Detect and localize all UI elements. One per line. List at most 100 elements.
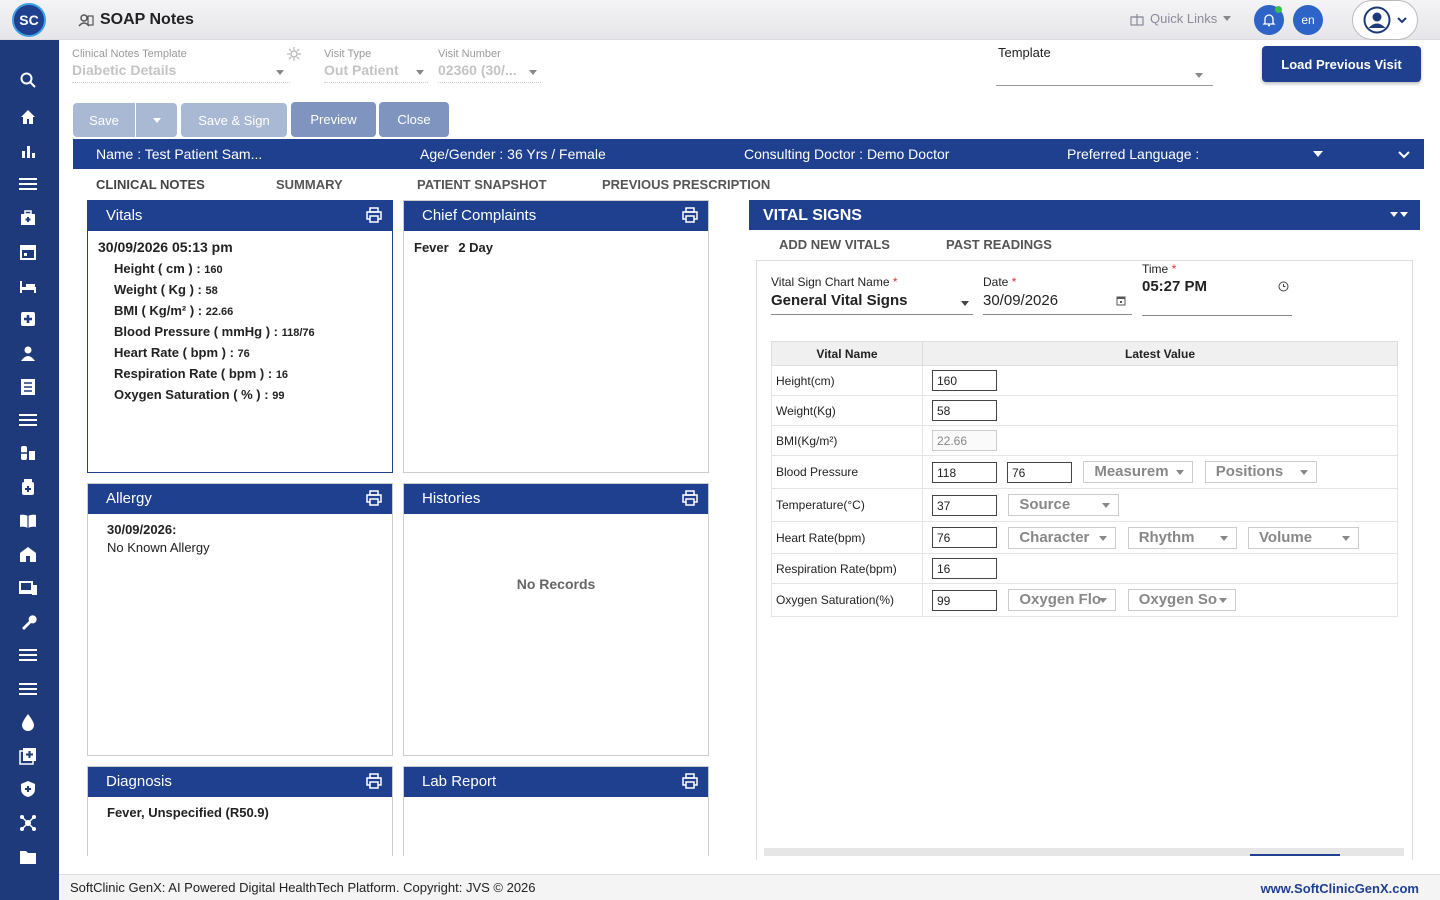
footer-copyright: SoftClinic GenX: AI Powered Digital Heal… — [70, 880, 536, 895]
medical-bag-icon[interactable] — [17, 207, 39, 229]
complaint-row: Fever 2 Day — [414, 240, 708, 255]
visit-type-label: Visit Type — [324, 48, 372, 60]
menu-icon[interactable] — [17, 173, 39, 195]
expand-chevron-icon[interactable] — [1398, 150, 1410, 159]
vital-signs-title: VITAL SIGNS — [763, 207, 862, 224]
oxygen-flow-select[interactable]: Oxygen Flo — [1008, 589, 1117, 611]
tab-summary[interactable]: SUMMARY — [276, 177, 343, 192]
book-icon[interactable] — [17, 510, 39, 532]
vital-label: Respiration Rate ( bpm ) : — [114, 366, 273, 381]
chart-name-select[interactable]: General Vital Signs — [771, 292, 973, 315]
pharmacy-icon[interactable] — [17, 442, 39, 464]
save-dropdown-button[interactable] — [136, 103, 177, 137]
chief-complaints-header: Chief Complaints — [404, 201, 708, 231]
menu-icon-2[interactable] — [17, 644, 39, 666]
select-value: Oxygen So — [1138, 591, 1218, 608]
language-dropdown-caret[interactable] — [1313, 151, 1323, 157]
required-marker: * — [892, 275, 898, 289]
tab-previous-prescription[interactable]: PREVIOUS PRESCRIPTION — [602, 177, 770, 192]
network-icon[interactable] — [17, 812, 39, 834]
calendar-icon[interactable] — [17, 241, 39, 263]
print-icon[interactable] — [682, 773, 698, 789]
save-sign-button[interactable]: Save & Sign — [181, 103, 287, 137]
quick-links-menu[interactable]: Quick Links — [1130, 11, 1232, 26]
footer-website-link[interactable]: www.SoftClinicGenX.com — [1261, 881, 1419, 896]
document-icon[interactable] — [17, 376, 39, 398]
medicine-icon[interactable] — [17, 476, 39, 498]
notifications-button[interactable] — [1254, 5, 1284, 35]
calendar-icon[interactable] — [1116, 295, 1126, 306]
visit-type-select[interactable]: Out Patient — [324, 62, 428, 83]
clock-icon[interactable] — [1278, 281, 1289, 292]
template2-select[interactable] — [996, 64, 1213, 86]
scrollbar-thumb[interactable] — [1250, 854, 1340, 856]
language-button[interactable]: en — [1293, 5, 1323, 35]
bp-systolic-input[interactable]: 118 — [932, 461, 997, 483]
print-icon[interactable] — [682, 207, 698, 223]
oxygen-source-select[interactable]: Oxygen So — [1127, 589, 1236, 611]
chart-icon[interactable] — [17, 140, 39, 162]
lab-report-header: Lab Report — [404, 767, 708, 797]
print-icon[interactable] — [366, 490, 382, 506]
print-icon[interactable] — [366, 773, 382, 789]
vital-name: Oxygen Saturation(%) — [771, 583, 923, 617]
tab-add-new-vitals[interactable]: ADD NEW VITALS — [779, 237, 890, 252]
wrench-icon[interactable] — [17, 611, 39, 633]
save-button[interactable]: Save — [73, 103, 135, 137]
hr-volume-select[interactable]: Volume — [1248, 526, 1360, 549]
tab-patient-snapshot[interactable]: PATIENT SNAPSHOT — [417, 177, 547, 192]
tab-clinical-notes[interactable]: CLINICAL NOTES — [96, 177, 205, 192]
vital-value-cell: 99 Oxygen Flo Oxygen So — [922, 583, 1398, 617]
settings-icon[interactable] — [287, 47, 301, 61]
preview-button[interactable]: Preview — [291, 102, 376, 137]
load-previous-visit-button[interactable]: Load Previous Visit — [1262, 46, 1421, 82]
heart-rate-input[interactable]: 76 — [932, 527, 997, 548]
temperature-input[interactable]: 37 — [932, 494, 997, 516]
vital-label: BMI ( Kg/m² ) : — [114, 303, 203, 318]
bed-icon[interactable] — [17, 275, 39, 297]
bp-measurement-select[interactable]: Measurem — [1083, 461, 1194, 483]
chevron-down-icon — [529, 70, 537, 75]
hr-rhythm-select[interactable]: Rhythm — [1127, 526, 1237, 549]
menu-icon-3[interactable] — [17, 678, 39, 700]
time-input[interactable]: 05:27 PM — [1142, 278, 1292, 316]
list-icon[interactable] — [17, 409, 39, 431]
hr-character-select[interactable]: Character — [1008, 526, 1117, 549]
print-icon[interactable] — [682, 490, 698, 506]
vital-label: Oxygen Saturation ( % ) : — [114, 387, 269, 402]
consulting-doctor: Consulting Doctor : Demo Doctor — [744, 146, 950, 162]
histories-title: Histories — [422, 490, 481, 507]
weight-input[interactable]: 58 — [932, 400, 997, 421]
vital-label: Height ( cm ) : — [114, 261, 201, 276]
bp-positions-select[interactable]: Positions — [1204, 461, 1317, 483]
search-icon[interactable] — [17, 69, 39, 91]
devices-icon[interactable] — [17, 577, 39, 599]
close-button[interactable]: Close — [379, 102, 449, 137]
folder-icon[interactable] — [17, 846, 39, 868]
app-logo[interactable]: SC — [12, 3, 46, 37]
building-icon[interactable] — [17, 543, 39, 565]
oxygen-saturation-input[interactable]: 99 — [932, 589, 997, 611]
notification-dot — [1275, 6, 1282, 13]
temperature-source-select[interactable]: Source — [1008, 494, 1120, 516]
tab-past-readings[interactable]: PAST READINGS — [946, 237, 1052, 252]
hospital-plus-icon[interactable] — [17, 308, 39, 330]
blood-drop-icon[interactable] — [17, 711, 39, 733]
panel-menu-carets[interactable] — [1390, 212, 1408, 217]
vital-row: Oxygen Saturation ( % ) : 99 — [114, 387, 392, 402]
user-menu[interactable] — [1352, 0, 1418, 40]
home-icon[interactable] — [17, 106, 39, 128]
print-icon[interactable] — [366, 207, 382, 223]
vital-value-cell: 118 76 Measurem Positions — [922, 455, 1398, 489]
template-select[interactable]: Diabetic Details — [72, 62, 290, 83]
bp-diastolic-input[interactable]: 76 — [1007, 461, 1072, 483]
height-input[interactable]: 160 — [932, 370, 997, 391]
shield-icon[interactable] — [17, 778, 39, 800]
add-record-icon[interactable] — [17, 745, 39, 767]
vital-row: BMI ( Kg/m² ) : 22.66 — [114, 303, 392, 318]
person-icon[interactable] — [17, 342, 39, 364]
visit-number-select[interactable]: 02360 (30/... — [438, 62, 541, 83]
chevron-down-icon — [1099, 535, 1108, 541]
respiration-rate-input[interactable]: 16 — [932, 558, 997, 579]
date-input[interactable]: 30/09/2026 — [983, 292, 1132, 315]
